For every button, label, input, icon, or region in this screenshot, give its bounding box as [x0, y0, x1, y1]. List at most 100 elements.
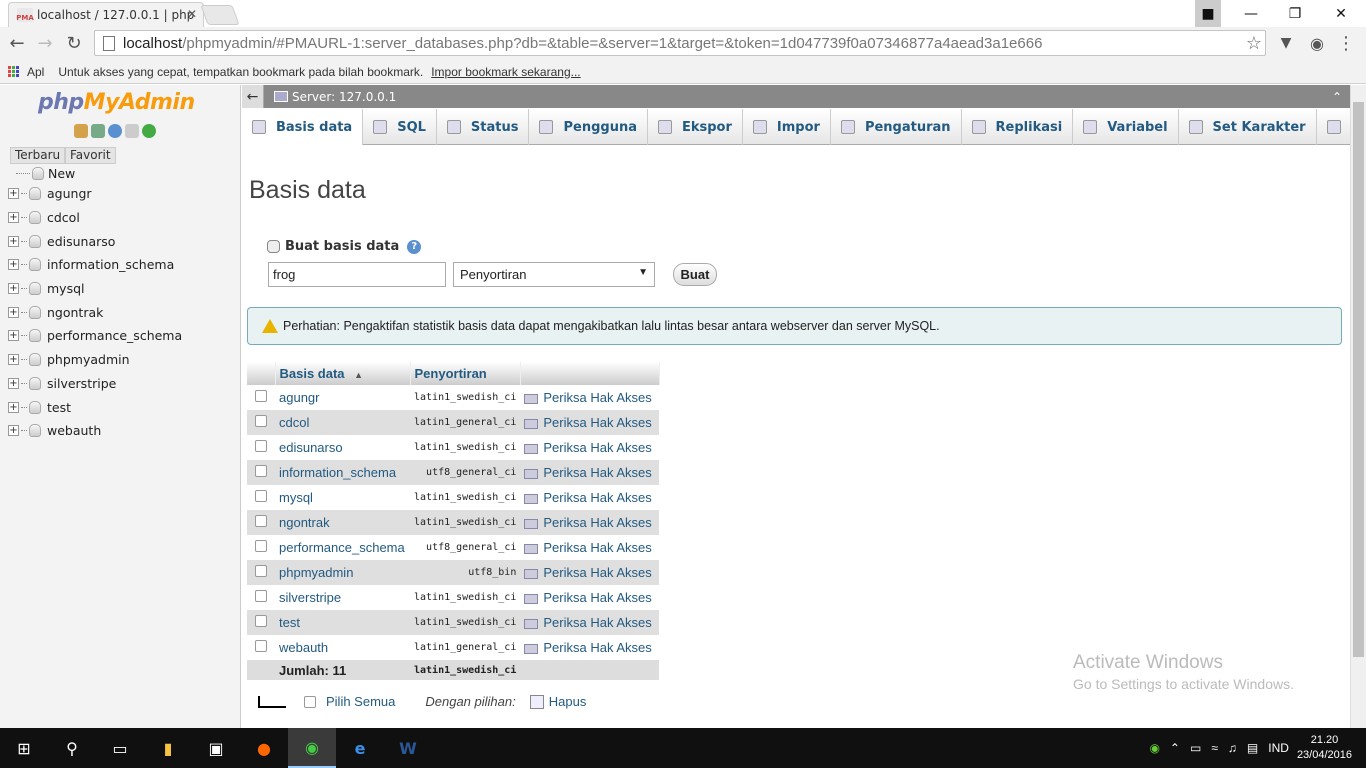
user-icon[interactable]: ■ — [1195, 0, 1221, 27]
tab-sql[interactable]: SQL — [363, 109, 437, 145]
search-icon[interactable]: ⚲ — [48, 728, 96, 768]
tree-db-item[interactable]: + edisunarso — [8, 229, 238, 253]
tab-impor[interactable]: Impor — [743, 109, 831, 145]
select-all-label[interactable]: Pilih Semua — [326, 694, 395, 709]
store-icon[interactable]: ▣ — [192, 728, 240, 768]
expand-icon[interactable]: + — [8, 401, 19, 413]
row-checkbox[interactable] — [255, 465, 267, 477]
wifi-icon[interactable]: ◉ — [1149, 741, 1159, 755]
menu-icon[interactable]: ⋮ — [1334, 31, 1358, 55]
tree-db-item[interactable]: + silverstripe — [8, 372, 238, 396]
check-privileges-link[interactable]: Periksa Hak Akses — [520, 585, 660, 610]
close-tab-icon[interactable]: ✕ — [187, 7, 197, 21]
row-checkbox[interactable] — [255, 515, 267, 527]
tab-set-karakter[interactable]: Set Karakter — [1179, 109, 1317, 145]
action-center-icon[interactable]: ▤ — [1247, 741, 1258, 755]
expand-icon[interactable]: + — [8, 425, 19, 437]
docs-icon[interactable] — [125, 124, 139, 138]
expand-icon[interactable]: + — [8, 235, 19, 247]
check-privileges-link[interactable]: Periksa Hak Akses — [520, 510, 660, 535]
file-explorer-icon[interactable]: ▮ — [144, 728, 192, 768]
word-icon[interactable]: W — [384, 728, 432, 768]
bookmark-star-icon[interactable]: ☆ — [1242, 31, 1266, 55]
minimize-icon[interactable]: — — [1228, 0, 1274, 27]
db-name-link[interactable]: ngontrak — [275, 510, 410, 535]
db-name-link[interactable]: webauth — [275, 635, 410, 660]
tree-db-item[interactable]: + phpmyadmin — [8, 348, 238, 372]
tree-db-item[interactable]: + webauth — [8, 419, 238, 443]
drop-button[interactable]: Hapus — [549, 694, 587, 709]
tree-db-item[interactable]: + information_schema — [8, 253, 238, 277]
expand-icon[interactable]: + — [8, 330, 19, 342]
expand-icon[interactable]: + — [8, 212, 19, 224]
row-checkbox[interactable] — [255, 490, 267, 502]
new-tab-button[interactable] — [200, 5, 240, 25]
import-bookmarks-link[interactable]: Impor bookmark sekarang... — [431, 65, 580, 79]
check-privileges-link[interactable]: Periksa Hak Akses — [520, 535, 660, 560]
edge-icon[interactable]: e — [336, 728, 384, 768]
browser-tab[interactable]: PMA localhost / 127.0.0.1 | php ✕ — [8, 2, 204, 27]
firefox-icon[interactable]: ● — [240, 728, 288, 768]
clock[interactable]: 21.20 23/04/2016 — [1297, 733, 1352, 763]
battery-icon[interactable]: ▭ — [1190, 741, 1201, 755]
tree-db-item[interactable]: + ngontrak — [8, 300, 238, 324]
address-bar[interactable]: localhost/phpmyadmin/#PMAURL-1:server_da… — [94, 30, 1266, 56]
check-privileges-link[interactable]: Periksa Hak Akses — [520, 485, 660, 510]
expand-icon[interactable]: + — [8, 283, 19, 295]
tab-variabel[interactable]: Variabel — [1073, 109, 1179, 145]
chevron-up-icon[interactable]: ⌃ — [1170, 741, 1180, 755]
db-name-link[interactable]: phpmyadmin — [275, 560, 410, 585]
tab-pengguna[interactable]: Pengguna — [529, 109, 648, 145]
row-checkbox[interactable] — [255, 540, 267, 552]
expand-icon[interactable]: + — [8, 188, 19, 200]
tab-basis-data[interactable]: Basis data — [242, 109, 364, 145]
tree-db-item[interactable]: + performance_schema — [8, 324, 238, 348]
close-window-icon[interactable]: ✕ — [1318, 0, 1364, 27]
row-checkbox[interactable] — [255, 615, 267, 627]
apps-label[interactable]: Apl — [27, 65, 44, 79]
check-privileges-link[interactable]: Periksa Hak Akses — [520, 385, 660, 410]
header-db[interactable]: Basis data ▲ — [275, 362, 411, 385]
collapse-nav-icon[interactable]: ← — [242, 85, 264, 108]
home-icon[interactable] — [74, 124, 88, 138]
tree-db-item[interactable]: + test — [8, 395, 238, 419]
back-icon[interactable]: ← — [5, 31, 29, 55]
check-privileges-link[interactable]: Periksa Hak Akses — [520, 410, 660, 435]
db-name-link[interactable]: silverstripe — [275, 585, 410, 610]
help-icon[interactable] — [108, 124, 122, 138]
tab-ekspor[interactable]: Ekspor — [648, 109, 743, 145]
expand-icon[interactable]: + — [8, 377, 19, 389]
help-icon[interactable]: ? — [407, 239, 422, 254]
create-button[interactable]: Buat — [673, 263, 717, 286]
row-checkbox[interactable] — [255, 390, 267, 402]
row-checkbox[interactable] — [255, 440, 267, 452]
recent-button[interactable]: Terbaru — [10, 147, 66, 164]
check-privileges-link[interactable]: Periksa Hak Akses — [520, 635, 660, 660]
logout-icon[interactable] — [91, 124, 105, 138]
chrome-icon[interactable]: ◉ — [288, 728, 336, 768]
volume-icon[interactable]: ♫ — [1228, 741, 1237, 755]
db-name-link[interactable]: edisunarso — [275, 435, 410, 460]
db-name-link[interactable]: information_schema — [275, 460, 410, 485]
check-privileges-link[interactable]: Periksa Hak Akses — [520, 560, 660, 585]
collapse-top-icon[interactable]: ⌃ — [1332, 90, 1342, 104]
tree-db-item[interactable]: + cdcol — [8, 206, 238, 230]
db-name-link[interactable]: agungr — [275, 385, 410, 410]
db-name-link[interactable]: performance_schema — [275, 535, 410, 560]
server-title[interactable]: Server: 127.0.0.1 — [292, 90, 396, 104]
favorites-button[interactable]: Favorit — [65, 147, 116, 164]
phpmyadmin-logo[interactable]: phpMyAdmin — [38, 90, 195, 115]
check-privileges-link[interactable]: Periksa Hak Akses — [520, 435, 660, 460]
check-privileges-link[interactable]: Periksa Hak Akses — [520, 460, 660, 485]
db-name-link[interactable]: cdcol — [275, 410, 410, 435]
tab-pengaturan[interactable]: Pengaturan — [831, 109, 962, 145]
tree-new[interactable]: New — [8, 164, 238, 182]
reload-nav-icon[interactable] — [142, 124, 156, 138]
expand-icon[interactable]: + — [8, 259, 19, 271]
row-checkbox[interactable] — [255, 565, 267, 577]
apps-icon[interactable] — [8, 66, 19, 77]
language-indicator[interactable]: IND — [1268, 741, 1289, 755]
tree-db-item[interactable]: + mysql — [8, 277, 238, 301]
restore-icon[interactable]: ❐ — [1272, 0, 1318, 27]
scroll-thumb[interactable] — [1353, 102, 1364, 657]
